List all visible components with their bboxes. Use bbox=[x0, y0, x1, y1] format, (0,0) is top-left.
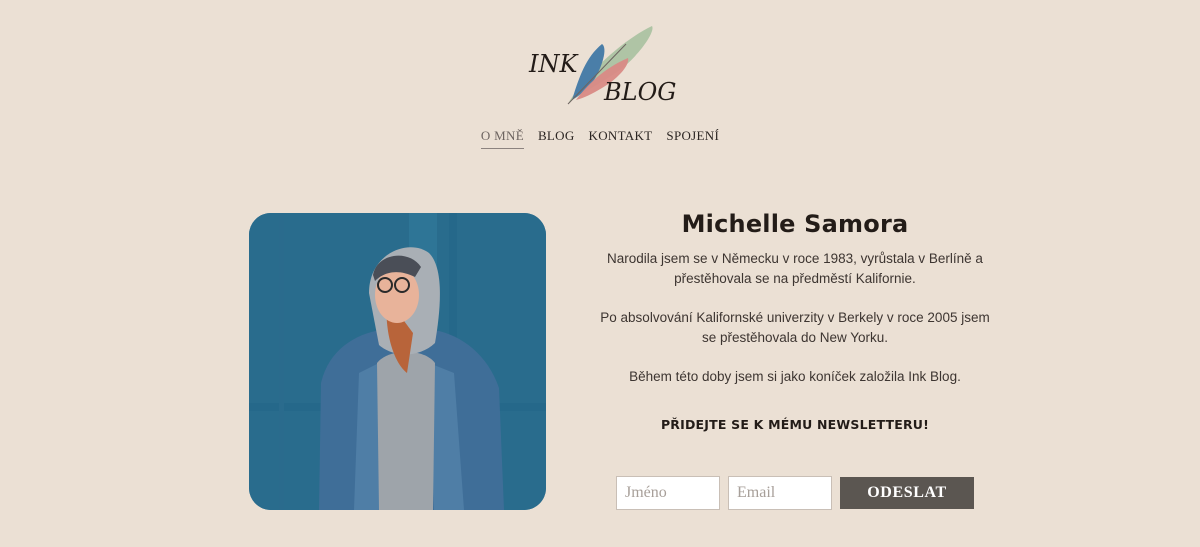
nav-item-about[interactable]: O MNĚ bbox=[480, 128, 524, 149]
bio-paragraph: Po absolvování Kalifornské univerzity v … bbox=[600, 310, 990, 345]
profile-name: Michelle Samora bbox=[681, 210, 909, 238]
about-section: Michelle Samora Narodila jsem se v Němec… bbox=[600, 210, 990, 432]
logo-text-blog: BLOG bbox=[604, 78, 677, 106]
bio-paragraph: Během této doby jsem si jako koníček zal… bbox=[629, 369, 961, 384]
newsletter-form: ODESLAT bbox=[616, 476, 974, 510]
profile-bio: Narodila jsem se v Německu v roce 1983, … bbox=[600, 249, 990, 387]
nav-item-contact[interactable]: KONTAKT bbox=[589, 128, 653, 149]
main-nav: O MNĚ BLOG KONTAKT SPOJENÍ bbox=[0, 128, 1200, 149]
submit-button[interactable]: ODESLAT bbox=[840, 477, 974, 509]
bio-paragraph: Narodila jsem se v Německu v roce 1983, … bbox=[607, 251, 983, 286]
profile-photo-image bbox=[249, 213, 546, 510]
name-field[interactable] bbox=[616, 476, 720, 510]
nav-item-blog[interactable]: BLOG bbox=[538, 128, 575, 149]
logo-text-ink: INK bbox=[529, 50, 578, 78]
profile-photo bbox=[249, 213, 546, 510]
email-field[interactable] bbox=[728, 476, 832, 510]
newsletter-heading: PŘIDEJTE SE K MÉMU NEWSLETTERU! bbox=[660, 416, 930, 432]
nav-item-connect[interactable]: SPOJENÍ bbox=[666, 128, 719, 149]
site-logo[interactable]: INK BLOG bbox=[524, 22, 677, 108]
